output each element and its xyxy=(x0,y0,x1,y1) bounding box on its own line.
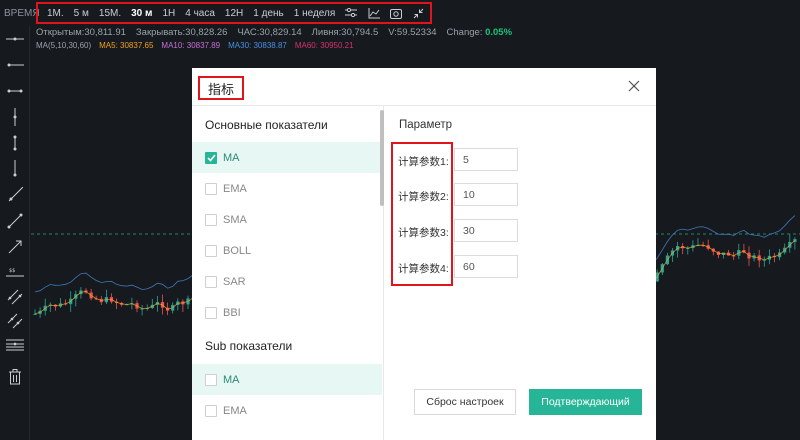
indicator-item-ma[interactable]: MA xyxy=(192,142,382,173)
timeframe-4h[interactable]: 4 часа xyxy=(180,8,220,19)
ma-info: MA(5,10,30,60) MA5: 30837.65 MA10: 30837… xyxy=(36,41,354,50)
change-info: Change: 0.05% xyxy=(447,27,513,38)
vertical-segment-icon[interactable] xyxy=(4,132,26,154)
checkbox-checked-icon[interactable] xyxy=(205,151,217,164)
line-chart-icon[interactable] xyxy=(363,7,385,19)
timeframe-1h[interactable]: 1H xyxy=(157,8,180,19)
checkbox-icon[interactable] xyxy=(205,306,217,319)
vertical-ray-icon[interactable] xyxy=(4,158,26,180)
ma5-value: MA5: 30837.65 xyxy=(99,41,154,50)
drawing-toolbar: $$ xyxy=(0,26,30,440)
list-scrollbar[interactable] xyxy=(380,110,384,206)
checkbox-icon[interactable] xyxy=(205,275,217,288)
time-label: ВРЕМЯ xyxy=(4,7,40,19)
price-channel-icon[interactable] xyxy=(4,310,26,332)
indicator-label: EMA xyxy=(223,182,247,195)
ray-icon[interactable] xyxy=(4,184,26,206)
param-label-4: 计算参数4: xyxy=(398,263,449,275)
sub-indicator-item-ema[interactable]: EMA xyxy=(192,395,382,426)
indicator-label: SMA xyxy=(223,213,247,226)
param-label-1: 计算参数1: xyxy=(398,156,449,168)
trash-icon[interactable] xyxy=(4,366,26,388)
collapse-icon[interactable] xyxy=(408,8,430,19)
high-value: ЧАС:30,829.14 xyxy=(237,27,302,38)
param-input-3[interactable] xyxy=(454,219,518,242)
indicator-settings-icon[interactable] xyxy=(340,8,362,18)
indicator-label: BOLL xyxy=(223,244,252,257)
param-input-1[interactable] xyxy=(454,148,518,171)
ma-params-label: MA(5,10,30,60) xyxy=(36,41,92,50)
volume-value: V:59.52334 xyxy=(388,27,437,38)
change-label: Change: xyxy=(446,27,483,38)
param-label-3: 计算参数3: xyxy=(398,227,449,239)
horizontal-line-icon[interactable] xyxy=(4,28,26,50)
indicator-item-sma[interactable]: SMA xyxy=(192,204,382,235)
change-value: 0.05% xyxy=(485,27,513,38)
timeframe-5m[interactable]: 5 м xyxy=(69,8,94,19)
timeframe-30m[interactable]: 30 м xyxy=(126,8,157,19)
param-title: Параметр xyxy=(399,119,453,131)
reset-button[interactable]: Сброс настроек xyxy=(414,389,516,415)
sub-indicators-title: Sub показатели xyxy=(205,339,293,353)
indicator-list: Основные показатели MA EMA SMA BOLL SAR … xyxy=(192,106,384,440)
close-icon[interactable] xyxy=(626,78,642,94)
close-value: Закрывать:30,828.26 xyxy=(135,27,228,38)
checkbox-icon[interactable] xyxy=(205,213,217,226)
checkbox-icon[interactable] xyxy=(205,404,217,417)
timeframe-1d[interactable]: 1 день xyxy=(248,8,288,19)
checkbox-icon[interactable] xyxy=(205,182,217,195)
price-line-icon[interactable]: $$ xyxy=(4,262,26,284)
dialog-header: 指标 xyxy=(192,68,656,106)
horizontal-segment-icon[interactable] xyxy=(4,80,26,102)
horizontal-ray-icon[interactable] xyxy=(4,54,26,76)
timeframe-1m[interactable]: 1М. xyxy=(42,8,69,19)
indicator-item-boll[interactable]: BOLL xyxy=(192,235,382,266)
timeframe-12h[interactable]: 12H xyxy=(220,8,248,19)
indicator-label: SAR xyxy=(223,275,246,288)
segment-icon[interactable] xyxy=(4,210,26,232)
indicator-item-ema[interactable]: EMA xyxy=(192,173,382,204)
parallel-lines-icon[interactable] xyxy=(4,286,26,308)
checkbox-icon[interactable] xyxy=(205,244,217,257)
param-input-2[interactable] xyxy=(454,183,518,206)
param-input-4[interactable] xyxy=(454,255,518,278)
low-value: Ливня:30,794.5 xyxy=(311,27,379,38)
indicator-label: MA xyxy=(223,373,240,386)
open-value: Открытым:30,811.91 xyxy=(36,27,126,38)
top-toolbar: ВРЕМЯ 1М. 5 м 15М. 30 м 1H 4 часа 12H 1 … xyxy=(0,0,800,26)
screenshot-icon[interactable] xyxy=(385,8,407,19)
indicator-item-sar[interactable]: SAR xyxy=(192,266,382,297)
confirm-button[interactable]: Подтверждающий xyxy=(529,389,642,415)
main-indicators-title: Основные показатели xyxy=(205,118,328,132)
ma30-value: MA30: 30838.87 xyxy=(228,41,287,50)
indicator-label: BBI xyxy=(223,306,241,319)
ohlc-info: Открытым:30,811.91 Закрывать:30,828.26 Ч… xyxy=(36,27,512,38)
arrow-line-icon[interactable] xyxy=(4,236,26,258)
svg-text:$$: $$ xyxy=(9,268,15,274)
sub-indicator-item-ma[interactable]: MA xyxy=(192,364,382,395)
timeframe-15m[interactable]: 15М. xyxy=(94,8,126,19)
indicator-label: MA xyxy=(223,151,240,164)
timeframe-1w[interactable]: 1 неделя xyxy=(289,8,341,19)
indicator-dialog: 指标 Основные показатели MA EMA SMA BOLL S… xyxy=(192,68,656,440)
ma10-value: MA10: 30837.89 xyxy=(161,41,221,50)
vertical-line-icon[interactable] xyxy=(4,106,26,128)
candle-body xyxy=(33,313,37,315)
fibonacci-icon[interactable] xyxy=(4,334,26,356)
indicator-label: EMA xyxy=(223,404,247,417)
dialog-title: 指标 xyxy=(198,76,244,100)
indicator-item-bbi[interactable]: BBI xyxy=(192,297,382,328)
ma60-value: MA60: 30950.21 xyxy=(294,41,354,50)
checkbox-icon[interactable] xyxy=(205,373,217,386)
param-label-2: 计算参数2: xyxy=(398,191,449,203)
timeframe-group: 1М. 5 м 15М. 30 м 1H 4 часа 12H 1 день 1… xyxy=(36,2,432,24)
